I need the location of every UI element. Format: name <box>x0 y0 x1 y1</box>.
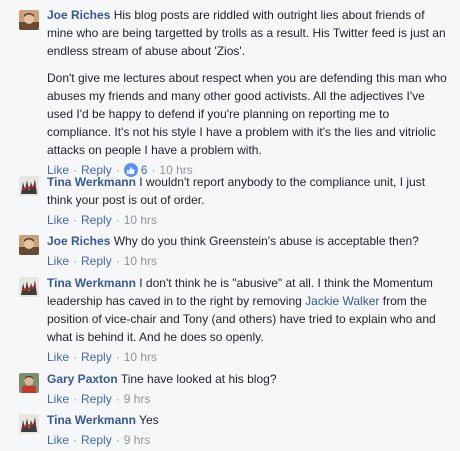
like-button[interactable]: Like <box>47 348 69 366</box>
comment-text: Why do you think Greenstein's abuse is a… <box>113 234 419 248</box>
comment-body: Joe Riches His blog posts are riddled wi… <box>47 6 452 179</box>
comment-text: Tine have looked at his blog? <box>120 372 277 386</box>
author-name[interactable]: Tina Werkmann <box>47 276 136 290</box>
comment-actions: Like · Reply · 9 hrs <box>47 390 452 408</box>
separator: · <box>73 433 78 447</box>
comment-actions: Like · Reply · 10 hrs <box>47 211 452 229</box>
comment-actions: Like · Reply · 9 hrs <box>47 431 452 449</box>
reply-button[interactable]: Reply <box>81 431 112 449</box>
timestamp[interactable]: 10 hrs <box>124 211 157 229</box>
reply-button[interactable]: Reply <box>81 211 112 229</box>
comment-actions: Like · Reply · 10 hrs <box>47 348 452 366</box>
separator: · <box>73 213 78 227</box>
avatar-joe-riches[interactable] <box>19 10 39 30</box>
avatar-tina-werkmann[interactable] <box>19 277 39 297</box>
author-name[interactable]: Joe Riches <box>47 8 110 22</box>
reply-button[interactable]: Reply <box>81 390 112 408</box>
separator: · <box>115 254 120 268</box>
mention-link[interactable]: Jackie Walker <box>305 294 379 308</box>
like-button[interactable]: Like <box>47 431 69 449</box>
reply-button[interactable]: Reply <box>81 348 112 366</box>
separator: · <box>115 433 120 447</box>
avatar-joe-riches[interactable] <box>19 235 39 255</box>
author-name[interactable]: Tina Werkmann <box>47 413 136 427</box>
timestamp[interactable]: 10 hrs <box>124 348 157 366</box>
avatar-tina-werkmann[interactable] <box>19 414 39 434</box>
author-name[interactable]: Gary Paxton <box>47 372 118 386</box>
timestamp[interactable]: 9 hrs <box>124 431 151 449</box>
comment-text: Don't give me lectures about respect whe… <box>47 71 447 157</box>
like-button[interactable]: Like <box>47 252 69 270</box>
reply-button[interactable]: Reply <box>81 252 112 270</box>
separator: · <box>115 392 120 406</box>
like-button[interactable]: Like <box>47 211 69 229</box>
comment-text: Yes <box>139 413 159 427</box>
separator: · <box>73 392 78 406</box>
separator: · <box>115 350 120 364</box>
separator: · <box>73 350 78 364</box>
timestamp[interactable]: 9 hrs <box>124 390 151 408</box>
comment-thread: Joe Riches His blog posts are riddled wi… <box>0 0 460 451</box>
comment-body: Joe Riches Why do you think Greenstein's… <box>47 232 452 270</box>
comment-body: Gary Paxton Tine have looked at his blog… <box>47 370 452 408</box>
author-name[interactable]: Joe Riches <box>47 234 110 248</box>
avatar-tina-werkmann[interactable] <box>19 176 39 196</box>
comment-actions: Like · Reply · 10 hrs <box>47 252 452 270</box>
separator: · <box>73 254 78 268</box>
separator: · <box>115 213 120 227</box>
comment-body: Tina Werkmann Yes Like · Reply · 9 hrs <box>47 411 452 449</box>
timestamp[interactable]: 10 hrs <box>124 252 157 270</box>
comment-body: Tina Werkmann I don't think he is "abusi… <box>47 274 452 366</box>
avatar-gary-paxton[interactable] <box>19 373 39 393</box>
author-name[interactable]: Tina Werkmann <box>47 175 136 189</box>
like-button[interactable]: Like <box>47 390 69 408</box>
comment-body: Tina Werkmann I wouldn't report anybody … <box>47 173 452 229</box>
